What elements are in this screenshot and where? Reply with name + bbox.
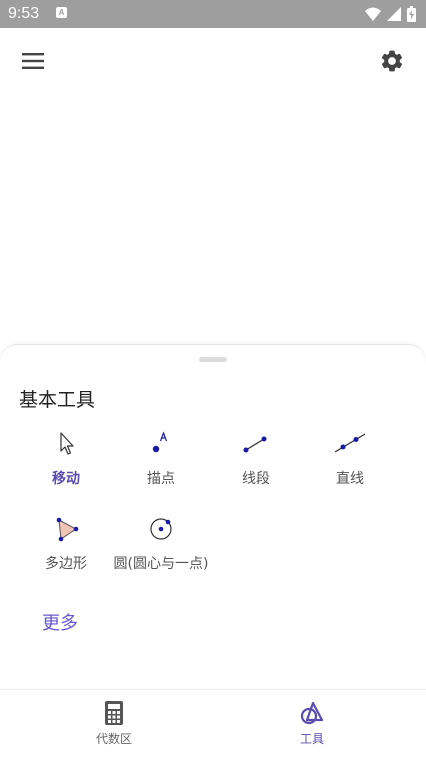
line-icon [335, 433, 365, 453]
tool-segment[interactable]: 线段 [208, 430, 304, 500]
point-icon [152, 431, 168, 453]
tools-panel: 基本工具 移动 描点 线段 直线 多边形 圆(圆心与一点) 更多 [0, 344, 426, 690]
battery-icon [407, 6, 416, 22]
settings-button[interactable] [378, 47, 406, 75]
tool-circle-center-point[interactable]: 圆(圆心与一点) [113, 515, 209, 585]
status-time: 9:53 [8, 5, 40, 22]
move-arrow-icon [60, 432, 74, 455]
hamburger-menu-icon [22, 53, 44, 69]
signal-icon [387, 7, 401, 21]
polygon-icon [56, 517, 79, 542]
tool-label: 圆(圆心与一点) [113, 556, 209, 572]
tools-shapes-icon [300, 701, 324, 725]
drag-handle[interactable] [199, 357, 227, 362]
tool-label: 直线 [336, 471, 364, 487]
wifi-icon [365, 7, 381, 21]
tool-line[interactable]: 直线 [302, 430, 398, 500]
status-bar: 9:53 A [0, 0, 426, 28]
more-tools-button[interactable]: 更多 [42, 609, 78, 635]
segment-icon [243, 436, 267, 453]
menu-button[interactable] [19, 47, 47, 75]
notification-icon: A [56, 7, 67, 18]
graphics-view[interactable] [0, 28, 426, 346]
section-title: 基本工具 [19, 389, 96, 411]
nav-tools[interactable]: 工具 [252, 700, 372, 750]
nav-label: 工具 [299, 732, 324, 746]
nav-algebra[interactable]: 代数区 [54, 700, 174, 750]
tool-label: 多边形 [45, 556, 87, 572]
status-icons [365, 6, 416, 22]
calculator-icon [105, 701, 123, 725]
bottom-navigation: 代数区 工具 [0, 689, 426, 758]
notification-letter: A [58, 8, 65, 17]
tool-point[interactable]: 描点 [113, 430, 209, 500]
gear-icon [381, 50, 403, 72]
nav-label: 代数区 [95, 732, 132, 746]
circle-center-point-icon [150, 518, 172, 540]
tool-label: 移动 [52, 471, 80, 487]
tool-move[interactable]: 移动 [18, 430, 114, 500]
tool-polygon[interactable]: 多边形 [18, 515, 114, 585]
tool-label: 线段 [242, 471, 270, 487]
tool-label: 描点 [147, 471, 175, 487]
